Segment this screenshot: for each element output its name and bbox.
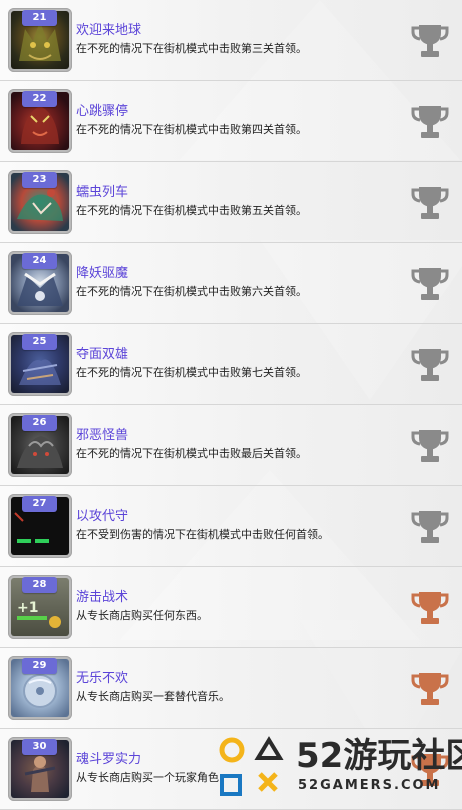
achievement-row[interactable]: 29 无乐不欢 从专长商店购买一套替代音乐。 bbox=[0, 648, 462, 729]
achievement-number-badge: 29 bbox=[22, 658, 57, 674]
achievement-title: 邪恶怪兽 bbox=[76, 428, 129, 443]
achievement-title: 降妖驱魔 bbox=[76, 266, 129, 281]
achievement-description: 在不死的情况下在街机模式中击败第四关首领。 bbox=[76, 123, 307, 136]
trophy-icon bbox=[411, 349, 449, 381]
trophy-icon bbox=[411, 430, 449, 462]
achievement-description: 在不死的情况下在街机模式中击败第七关首领。 bbox=[76, 366, 307, 379]
achievement-row[interactable]: 26 邪恶怪兽 在不死的情况下在街机模式中击败最后关首领。 bbox=[0, 405, 462, 486]
trophy-icon bbox=[411, 673, 449, 705]
achievement-number-badge: 23 bbox=[22, 172, 57, 188]
achievement-row[interactable]: 23 蠕虫列车 在不死的情况下在街机模式中击败第五关首领。 bbox=[0, 162, 462, 243]
trophy-icon bbox=[411, 106, 449, 138]
achievement-title: 夺面双雄 bbox=[76, 347, 129, 362]
achievement-title: 欢迎来地球 bbox=[76, 23, 142, 38]
achievement-description: 从专长商店购买一套替代音乐。 bbox=[76, 690, 230, 703]
achievement-number-badge: 24 bbox=[22, 253, 57, 269]
achievement-number-badge: 26 bbox=[22, 415, 57, 431]
achievement-number-badge: 30 bbox=[22, 739, 57, 755]
achievement-description: 在不死的情况下在街机模式中击败第六关首领。 bbox=[76, 285, 307, 298]
achievement-thumbnail: 21 bbox=[8, 8, 72, 72]
achievement-title: 蠕虫列车 bbox=[76, 185, 129, 200]
achievement-title: 无乐不欢 bbox=[76, 671, 129, 686]
achievement-description: 在不死的情况下在街机模式中击败第三关首领。 bbox=[76, 42, 307, 55]
achievement-description: 从专长商店购买任何东西。 bbox=[76, 609, 208, 622]
achievement-thumbnail: +1 28 bbox=[8, 575, 72, 639]
achievement-thumbnail: 23 bbox=[8, 170, 72, 234]
trophy-icon bbox=[411, 268, 449, 300]
achievement-number-badge: 25 bbox=[22, 334, 57, 350]
playstation-shapes-icon bbox=[219, 736, 284, 796]
achievement-list: 21 欢迎来地球 在不死的情况下在街机模式中击败第三关首领。 22 心跳骤停 在… bbox=[0, 0, 462, 810]
achievement-description: 从专长商店购买一个玩家角色 bbox=[76, 771, 219, 784]
achievement-number-badge: 28 bbox=[22, 577, 57, 593]
achievement-title: 游击战术 bbox=[76, 590, 129, 605]
achievement-description: 在不死的情况下在街机模式中击败第五关首领。 bbox=[76, 204, 307, 217]
achievement-thumbnail: 29 bbox=[8, 656, 72, 720]
achievement-number-badge: 27 bbox=[22, 496, 57, 512]
achievement-thumbnail: 27 bbox=[8, 494, 72, 558]
achievement-thumbnail: 30 bbox=[8, 737, 72, 801]
watermark-title: 52游玩社区 bbox=[296, 736, 462, 776]
trophy-icon bbox=[411, 592, 449, 624]
trophy-icon bbox=[411, 511, 449, 543]
achievement-description: 在不受到伤害的情况下在街机模式中击败任何首领。 bbox=[76, 528, 329, 541]
achievement-row[interactable]: 25 夺面双雄 在不死的情况下在街机模式中击败第七关首领。 bbox=[0, 324, 462, 405]
achievement-title: 心跳骤停 bbox=[76, 104, 129, 119]
site-watermark: 52游玩社区 52GAMERS.COM bbox=[214, 728, 462, 810]
watermark-url: 52GAMERS.COM bbox=[298, 778, 441, 793]
achievement-row[interactable]: 22 心跳骤停 在不死的情况下在街机模式中击败第四关首领。 bbox=[0, 81, 462, 162]
achievement-description: 在不死的情况下在街机模式中击败最后关首领。 bbox=[76, 447, 307, 460]
achievement-row[interactable]: 24 降妖驱魔 在不死的情况下在街机模式中击败第六关首领。 bbox=[0, 243, 462, 324]
achievement-thumbnail: 25 bbox=[8, 332, 72, 396]
trophy-icon bbox=[411, 25, 449, 57]
achievement-row[interactable]: +1 28 游击战术 从专长商店购买任何东西。 bbox=[0, 567, 462, 648]
achievement-title: 魂斗罗实力 bbox=[76, 752, 142, 767]
achievement-number-badge: 21 bbox=[22, 10, 57, 26]
achievement-thumbnail: 24 bbox=[8, 251, 72, 315]
achievement-thumbnail: 26 bbox=[8, 413, 72, 477]
achievement-row[interactable]: 27 以攻代守 在不受到伤害的情况下在街机模式中击败任何首领。 bbox=[0, 486, 462, 567]
achievement-row[interactable]: 21 欢迎来地球 在不死的情况下在街机模式中击败第三关首领。 bbox=[0, 0, 462, 81]
achievement-title: 以攻代守 bbox=[76, 509, 129, 524]
trophy-icon bbox=[411, 187, 449, 219]
achievement-thumbnail: 22 bbox=[8, 89, 72, 153]
achievement-number-badge: 22 bbox=[22, 91, 57, 107]
